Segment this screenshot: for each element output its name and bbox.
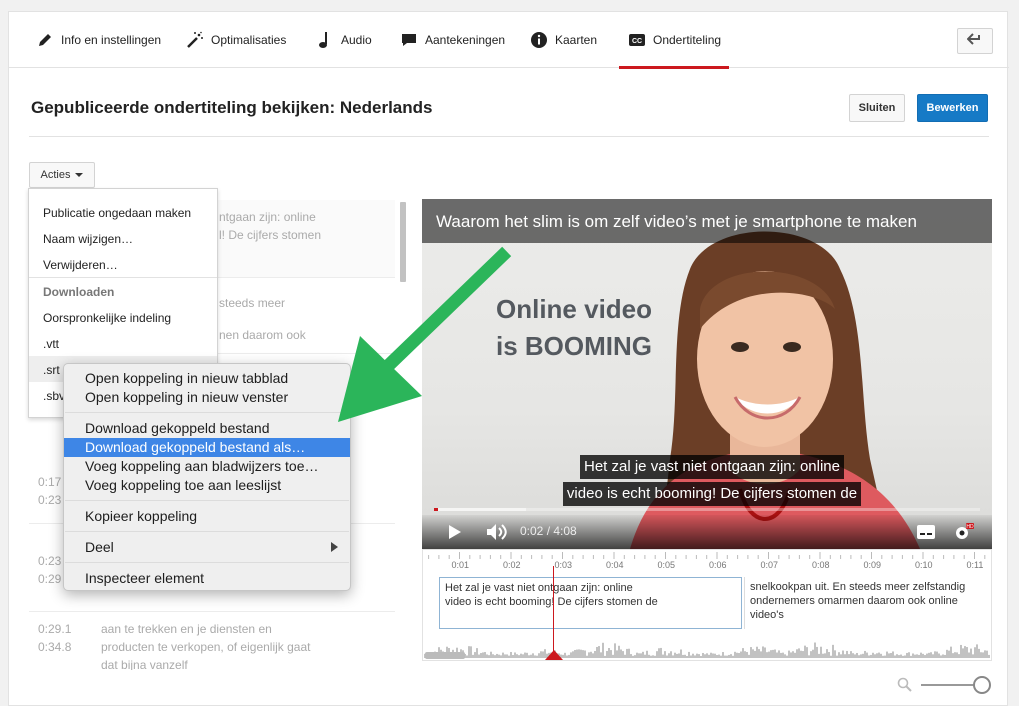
menu-item-srt[interactable]: .srt bbox=[43, 363, 60, 377]
music-note-icon bbox=[315, 30, 335, 50]
tab-info-settings[interactable]: Info en instellingen bbox=[35, 12, 161, 68]
ctx-add-reading-list[interactable]: Voeg koppeling toe aan leeslijst bbox=[64, 476, 350, 495]
actions-label: Acties bbox=[40, 169, 71, 181]
ctx-inspect-element[interactable]: Inspecteer element bbox=[64, 569, 350, 588]
edit-button[interactable]: Bewerken bbox=[917, 94, 988, 122]
tab-label: Aantekeningen bbox=[425, 33, 506, 47]
menu-item-delete[interactable]: Verwijderen… bbox=[43, 258, 118, 272]
page-title: Gepubliceerde ondertiteling bekijken: Ne… bbox=[31, 98, 433, 117]
back-button[interactable] bbox=[957, 28, 993, 54]
ctx-open-new-tab[interactable]: Open koppeling in nieuw tabblad bbox=[64, 369, 350, 388]
menu-item-rename[interactable]: Naam wijzigen… bbox=[43, 232, 133, 246]
menu-item-original-format[interactable]: Oorspronkelijke indeling bbox=[43, 311, 171, 325]
menu-divider bbox=[65, 412, 349, 414]
info-icon bbox=[529, 30, 549, 50]
tick-label: 0:08 bbox=[812, 560, 830, 570]
tab-annotations[interactable]: Aantekeningen bbox=[399, 12, 505, 68]
context-menu: Open koppeling in nieuw tabblad Open kop… bbox=[63, 363, 351, 591]
tick-label: 0:11 bbox=[966, 560, 984, 570]
svg-text:CC: CC bbox=[632, 38, 642, 45]
caption-text: ntgaan zijn: online l! De cijfers stomen bbox=[219, 210, 322, 242]
timeline-caption[interactable]: snelkookpan uit. En steeds meer zelfstan… bbox=[744, 577, 991, 629]
timeline-scrollbar[interactable] bbox=[425, 652, 465, 659]
play-icon[interactable] bbox=[448, 524, 462, 545]
subtitle-line: video is echt booming! De cijfers stomen… bbox=[562, 482, 862, 506]
timeline-zoom bbox=[897, 674, 997, 698]
progress-buffered bbox=[434, 508, 526, 511]
chevron-down-icon bbox=[75, 173, 84, 177]
video-controls: 0:02 / 4:08 HD bbox=[422, 515, 992, 549]
magnifier-icon bbox=[897, 677, 913, 698]
ctx-copy-link[interactable]: Kopieer koppeling bbox=[64, 507, 350, 526]
audio-waveform bbox=[424, 642, 990, 658]
caption-row[interactable]: 0:29.1 0:34.8 aan te trekken en je diens… bbox=[29, 612, 395, 670]
menu-divider bbox=[29, 277, 217, 278]
subtitles-icon[interactable] bbox=[916, 524, 936, 545]
caption-time-start: 0:29.1 bbox=[38, 622, 72, 636]
ctx-share[interactable]: Deel bbox=[64, 538, 350, 557]
menu-item-sbv[interactable]: .sbv bbox=[43, 389, 65, 403]
subtitle-line: Het zal je vast niet ontgaan zijn: onlin… bbox=[580, 455, 844, 479]
tab-label: Optimalisaties bbox=[211, 33, 287, 47]
back-arrow-icon bbox=[966, 32, 983, 50]
ctx-download-linked-file[interactable]: Download gekoppeld bestand bbox=[64, 419, 350, 438]
volume-icon[interactable] bbox=[486, 523, 508, 546]
tab-label: Ondertiteling bbox=[653, 33, 722, 47]
tab-optimizations[interactable]: Optimalisaties bbox=[185, 12, 286, 68]
caption-time-end: 0:23 bbox=[38, 493, 62, 507]
menu-divider bbox=[65, 500, 349, 502]
svg-text:HD: HD bbox=[966, 524, 974, 530]
divider bbox=[29, 136, 989, 137]
tick-label: 0:04 bbox=[606, 560, 624, 570]
tab-audio[interactable]: Audio bbox=[315, 12, 372, 68]
video-time: 0:02 / 4:08 bbox=[520, 524, 577, 538]
tick-label: 0:01 bbox=[451, 560, 470, 570]
tab-bar: Info en instellingen Optimalisaties Audi… bbox=[9, 12, 1009, 69]
caption-time-end: 0:34.8 bbox=[38, 640, 72, 654]
magic-wand-icon bbox=[185, 30, 205, 50]
video-subtitles: Het zal je vast niet ontgaan zijn: onlin… bbox=[502, 455, 922, 509]
submenu-arrow-icon bbox=[331, 542, 338, 552]
green-arrow-annotation bbox=[338, 246, 512, 422]
ctx-add-bookmark[interactable]: Voeg koppeling aan bladwijzers toe… bbox=[64, 457, 350, 476]
caption-time-start: 0:17 bbox=[38, 475, 62, 489]
timeline-playhead[interactable] bbox=[553, 566, 554, 658]
tab-cards[interactable]: Kaarten bbox=[529, 12, 597, 68]
menu-divider bbox=[65, 562, 349, 564]
video-title: Waarom het slim is om zelf video’s met j… bbox=[436, 212, 917, 231]
actions-dropdown-button[interactable]: Acties bbox=[29, 162, 95, 188]
tick-label: 0:07 bbox=[760, 560, 779, 570]
tab-label: Info en instellingen bbox=[61, 33, 162, 47]
pencil-icon bbox=[35, 30, 55, 50]
progress-played bbox=[434, 508, 439, 511]
tab-label: Audio bbox=[341, 33, 372, 47]
timeline-caption-selected[interactable]: Het zal je vast niet ontgaan zijn: onlin… bbox=[439, 577, 742, 629]
settings-gear-icon[interactable]: HD bbox=[952, 522, 974, 547]
menu-item-unpublish[interactable]: Publicatie ongedaan maken bbox=[43, 206, 191, 220]
caption-time-start: 0:23 bbox=[38, 554, 62, 568]
tick-label: 0:02 bbox=[503, 560, 521, 570]
caption-timeline[interactable]: 0:01 0:02 0:03 0:04 0:05 0:06 0:07 0:08 0:09 0:10… bbox=[422, 549, 992, 661]
ctx-open-new-window[interactable]: Open koppeling in nieuw venster bbox=[64, 388, 350, 407]
tick-label: 0:09 bbox=[863, 560, 882, 570]
playhead-marker-icon[interactable] bbox=[545, 650, 563, 660]
tick-label: 0:06 bbox=[709, 560, 727, 570]
menu-heading-download: Downloaden bbox=[43, 285, 115, 299]
menu-item-vtt[interactable]: .vtt bbox=[43, 337, 59, 351]
menu-divider bbox=[65, 531, 349, 533]
tick-label: 0:03 bbox=[554, 560, 573, 570]
ctx-download-linked-file-as[interactable]: Download gekoppeld bestand als… bbox=[64, 438, 350, 457]
cc-icon: CC bbox=[627, 30, 647, 50]
close-button[interactable]: Sluiten bbox=[849, 94, 905, 122]
tick-label: 0:10 bbox=[915, 560, 933, 570]
video-progress-bar[interactable] bbox=[434, 508, 980, 511]
zoom-slider-handle[interactable] bbox=[973, 676, 991, 694]
caption-time-end: 0:29 bbox=[38, 572, 62, 586]
tick-label: 0:05 bbox=[657, 560, 676, 570]
speech-bubble-icon bbox=[399, 30, 419, 50]
tab-subtitles[interactable]: CC Ondertiteling bbox=[618, 12, 730, 69]
caption-text: aan te trekken en je diensten en product… bbox=[101, 622, 311, 670]
tab-label: Kaarten bbox=[555, 33, 598, 47]
